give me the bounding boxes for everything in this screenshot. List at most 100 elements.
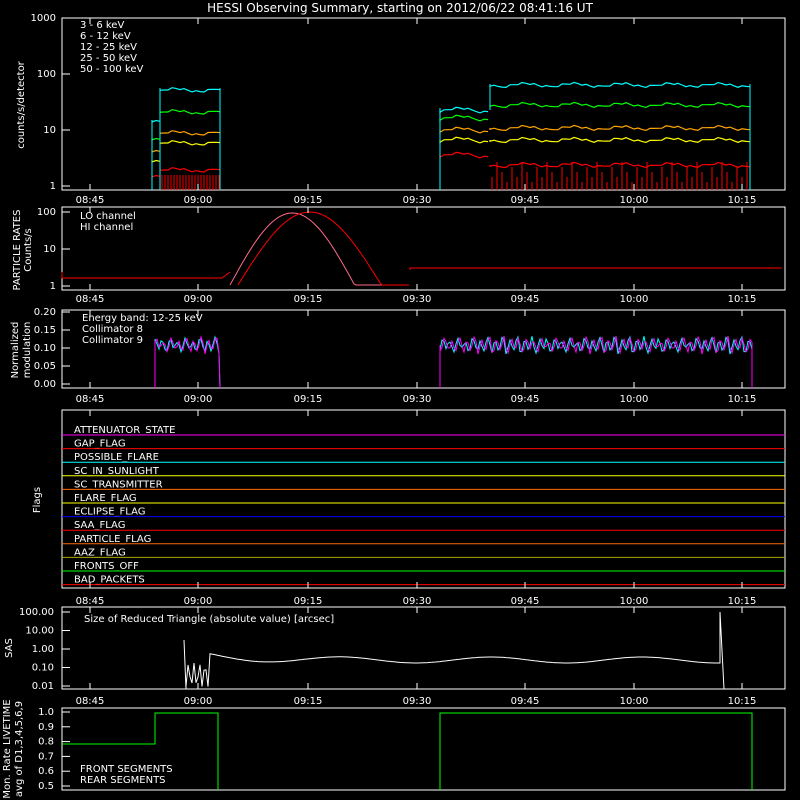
y-tick-label: 0.7 bbox=[38, 751, 54, 762]
x-tick-label: 09:15 bbox=[294, 294, 323, 305]
x-tick-label: 09:00 bbox=[184, 696, 213, 707]
legend-entry: 50 - 100 keV bbox=[80, 64, 144, 75]
y-tick-label: 0.10 bbox=[34, 343, 56, 354]
legend-entry: REAR SEGMENTS bbox=[80, 775, 166, 786]
count-rate-line bbox=[151, 119, 161, 123]
count-rate-line bbox=[489, 136, 751, 144]
y-tick-labels: 1.0 0.9 0.8 0.7 0.6 0.5 bbox=[38, 707, 70, 792]
legend-entry: 25 - 50 keV bbox=[80, 53, 137, 64]
legend-entry: 6 - 12 keV bbox=[80, 31, 131, 42]
flag-label: SAA_FLAG bbox=[74, 520, 125, 531]
y-axis-label-line-1: PARTICLE RATES bbox=[12, 210, 23, 291]
flag-label: FLARE_FLAG bbox=[74, 493, 137, 504]
x-tick-label: 09:00 bbox=[184, 195, 213, 206]
y-tick-label: 1 bbox=[50, 281, 56, 292]
lo-channel-line bbox=[409, 267, 782, 270]
y-tick-label: 1000 bbox=[31, 13, 56, 24]
count-rate-lines bbox=[151, 81, 751, 190]
legend-entry: 12 - 25 keV bbox=[80, 42, 137, 53]
y-tick-labels: 0.20 0.15 0.10 0.05 0.00 bbox=[34, 307, 70, 390]
particle-rate-lines bbox=[61, 211, 782, 286]
x-tick-labels: 08:45 09:00 09:15 09:30 09:45 10:00 10:15 bbox=[76, 18, 757, 206]
count-rate-line bbox=[159, 130, 221, 136]
flag-label: SC_TRANSMITTER bbox=[74, 479, 163, 490]
count-rate-line bbox=[489, 124, 751, 132]
x-tick-label: 10:00 bbox=[620, 195, 649, 206]
x-tick-label: 09:45 bbox=[511, 294, 540, 305]
x-tick-label: 08:45 bbox=[76, 394, 105, 405]
x-tick-label: 09:45 bbox=[511, 195, 540, 206]
x-tick-label: 09:00 bbox=[184, 294, 213, 305]
x-tick-label: 09:30 bbox=[403, 596, 432, 607]
y-tick-label: 0.05 bbox=[34, 361, 56, 372]
y-axis-label-line-1: Normalized bbox=[10, 322, 21, 379]
flags-panel: Flags ATTENUATOR_STATE GAP_FLAG POSSIBLE_F… bbox=[32, 409, 786, 607]
legend-entry: LO channel bbox=[80, 211, 136, 222]
x-tick-label: 10:00 bbox=[620, 596, 649, 607]
y-axis-label-line-2: avg of D1,3,4,5,6,9 bbox=[14, 701, 25, 797]
x-tick-label: 09:15 bbox=[294, 596, 323, 607]
x-tick-labels: 08:45 09:00 09:15 09:30 09:45 10:00 10:15 bbox=[76, 310, 757, 405]
count-rate-line bbox=[489, 81, 751, 89]
flag-label: POSSIBLE_FLARE bbox=[74, 452, 159, 463]
x-tick-label: 10:15 bbox=[728, 394, 757, 405]
y-axis-label: Flags bbox=[32, 487, 43, 513]
y-tick-label: 0.9 bbox=[38, 722, 54, 733]
x-tick-label: 09:45 bbox=[511, 394, 540, 405]
modulation-lines bbox=[154, 335, 753, 389]
x-tick-label: 09:00 bbox=[184, 394, 213, 405]
x-tick-label: 10:00 bbox=[620, 294, 649, 305]
modulation-line bbox=[439, 335, 753, 388]
observing-summary-figure: HESSI Observing Summary, starting on 201… bbox=[2, 1, 786, 799]
x-tick-label: 10:15 bbox=[728, 195, 757, 206]
x-tick-label: 09:00 bbox=[184, 596, 213, 607]
x-tick-label: 09:30 bbox=[403, 696, 432, 707]
y-tick-label: 100 bbox=[37, 69, 56, 80]
count-rate-line bbox=[439, 106, 489, 114]
y-tick-label: 0.5 bbox=[38, 781, 54, 792]
x-tick-label: 09:15 bbox=[294, 696, 323, 707]
x-tick-label: 08:45 bbox=[76, 195, 105, 206]
y-tick-labels: 100 10 1 bbox=[37, 207, 70, 292]
y-tick-label: 0.01 bbox=[32, 681, 54, 692]
y-tick-label: 1 bbox=[50, 181, 56, 192]
count-rate-line bbox=[439, 136, 489, 144]
y-tick-label: 10 bbox=[43, 244, 56, 255]
flag-label: FRONTS_OFF bbox=[74, 561, 139, 572]
y-tick-label: 1.00 bbox=[32, 644, 54, 655]
count-rate-line bbox=[151, 149, 161, 153]
y-tick-label: 1.0 bbox=[38, 707, 54, 718]
y-tick-label: 0.8 bbox=[38, 737, 54, 748]
particle-rates-panel: 100 10 1 PARTICLE RATES Counts/s LO channe… bbox=[12, 206, 786, 305]
count-rate-line bbox=[151, 137, 161, 141]
legend-entry: HI channel bbox=[80, 222, 133, 233]
figure-title: HESSI Observing Summary, starting on 201… bbox=[207, 1, 593, 15]
legend-entry: Size of Reduced Triangle (absolute value… bbox=[84, 614, 334, 625]
count-rate-line bbox=[159, 167, 221, 173]
count-rate-line bbox=[159, 87, 221, 93]
x-tick-label: 08:45 bbox=[76, 294, 105, 305]
count-rate-line bbox=[439, 151, 489, 159]
x-tick-label: 09:45 bbox=[511, 696, 540, 707]
legend-entry: 3 - 6 keV bbox=[80, 20, 124, 31]
legend: Size of Reduced Triangle (absolute value… bbox=[84, 614, 334, 625]
x-tick-label: 09:30 bbox=[403, 294, 432, 305]
x-tick-label: 10:15 bbox=[728, 294, 757, 305]
count-rate-line bbox=[489, 101, 751, 109]
x-tick-label: 09:15 bbox=[294, 195, 323, 206]
y-tick-label: 0.10 bbox=[32, 663, 54, 674]
x-tick-label: 09:15 bbox=[294, 394, 323, 405]
y-tick-label: 10.00 bbox=[25, 626, 54, 637]
count-rate-line bbox=[151, 174, 161, 178]
legend-entry: Energy band: 12-25 keV bbox=[82, 313, 203, 324]
x-tick-labels: 08:45 09:00 09:15 09:30 09:45 10:00 10:15 bbox=[76, 410, 757, 607]
x-tick-label: 10:15 bbox=[728, 596, 757, 607]
legend: 3 - 6 keV6 - 12 keV12 - 25 keV25 - 50 ke… bbox=[80, 20, 144, 75]
flag-label: ECLIPSE_FLAG bbox=[74, 507, 145, 518]
flag-label: ATTENUATOR_STATE bbox=[74, 425, 175, 436]
count-rate-line bbox=[439, 126, 489, 134]
y-tick-labels: 1000 100 10 1 bbox=[31, 13, 70, 192]
x-tick-label: 10:15 bbox=[728, 696, 757, 707]
lo-channel-line bbox=[237, 211, 409, 286]
y-tick-label: 0.00 bbox=[34, 379, 56, 390]
